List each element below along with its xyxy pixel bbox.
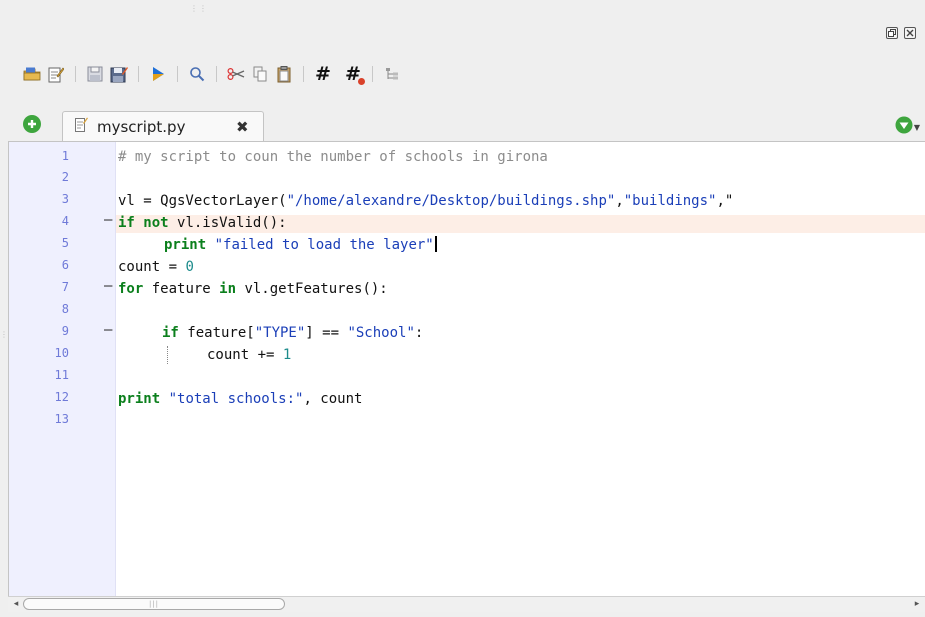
- script-file-icon: [75, 117, 88, 136]
- line-number: 8: [61, 302, 69, 316]
- window-controls: [886, 27, 916, 39]
- open-in-external-editor-icon[interactable]: [44, 62, 68, 86]
- line-number: 4: [61, 214, 69, 228]
- code-line-4: if not vl.isValid():: [118, 214, 287, 232]
- new-tab-icon[interactable]: [23, 115, 41, 133]
- scroll-right-icon[interactable]: ▸: [911, 598, 923, 610]
- chevron-down-icon: ▼: [913, 122, 920, 132]
- toolbar-separator: [216, 66, 217, 82]
- fold-marker[interactable]: –: [104, 212, 112, 228]
- code-text: vl = QgsVectorLayer(: [118, 193, 287, 209]
- line-number: 12: [54, 390, 69, 404]
- code-line-7: for feature in vl.getFeatures():: [118, 280, 388, 298]
- code-line-9: if feature["TYPE"] == "School":: [162, 324, 423, 342]
- keyword: if: [162, 325, 179, 341]
- scrollbar-thumb[interactable]: |||: [23, 598, 285, 610]
- code-text: , count: [303, 391, 363, 407]
- find-text-icon[interactable]: [185, 62, 209, 86]
- code-text: feature[: [178, 325, 255, 341]
- code-line-6: count = 0: [118, 258, 194, 276]
- toolbar-separator: [75, 66, 76, 82]
- string-literal: "/home/alexandre/Desktop/buildings.shp": [286, 193, 616, 209]
- keyword: for: [118, 281, 144, 297]
- line-number: 7: [61, 280, 69, 294]
- code-line-3: vl = QgsVectorLayer("/home/alexandre/Des…: [118, 192, 733, 210]
- save-as-icon[interactable]: [107, 62, 131, 86]
- copy-icon[interactable]: [248, 62, 272, 86]
- code-text: ,": [716, 193, 734, 209]
- line-number: 6: [61, 258, 69, 272]
- code-editor[interactable]: 1 2 3 4 5 6 7 8 9 10 11 12 13 – – – # my…: [8, 141, 925, 596]
- string-literal: "failed to load the layer": [214, 237, 434, 253]
- paste-icon[interactable]: [272, 62, 296, 86]
- line-number: 3: [61, 192, 69, 206]
- comment-text: # my script to coun the number of school…: [118, 149, 548, 165]
- string-literal: "buildings": [623, 193, 717, 209]
- tab-list-menu[interactable]: ▼: [895, 116, 920, 134]
- keyword: in: [219, 281, 237, 297]
- line-number: 11: [54, 368, 69, 382]
- left-splitter-handle[interactable]: ⋮: [0, 330, 8, 346]
- line-number: 5: [61, 236, 69, 250]
- scroll-left-icon[interactable]: ◂: [10, 598, 22, 610]
- keyword: if: [118, 215, 135, 231]
- text-cursor: [434, 236, 437, 252]
- tab-label: myscript.py: [97, 117, 186, 136]
- save-icon[interactable]: [83, 62, 107, 86]
- toolbar-separator: [177, 66, 178, 82]
- keyword: print: [164, 237, 207, 253]
- fold-marker[interactable]: –: [104, 322, 112, 338]
- open-file-icon[interactable]: [20, 62, 44, 86]
- top-grip[interactable]: ⋮⋮: [190, 4, 207, 13]
- cut-icon[interactable]: [224, 62, 248, 86]
- code-text: :: [414, 325, 424, 341]
- comment-icon[interactable]: #: [311, 62, 335, 86]
- number-literal: 0: [185, 259, 194, 275]
- line-number: 9: [61, 324, 69, 338]
- string-literal: "TYPE": [254, 325, 306, 341]
- object-inspector-icon[interactable]: [380, 62, 404, 86]
- code-text: count =: [118, 259, 186, 275]
- editor-tab-bar: myscript.py ✖ ▼: [0, 111, 925, 141]
- editor-toolbar: # #: [20, 62, 404, 86]
- horizontal-scrollbar[interactable]: ◂ ||| ▸: [8, 596, 925, 612]
- code-line-5: print "failed to load the layer": [164, 236, 437, 254]
- fold-marker[interactable]: –: [104, 278, 112, 294]
- code-line-10: count += 1: [207, 346, 291, 364]
- toolbar-separator: [372, 66, 373, 82]
- line-number: 1: [61, 149, 69, 163]
- uncomment-icon[interactable]: #: [341, 62, 365, 86]
- close-tab-icon[interactable]: ✖: [236, 118, 249, 136]
- line-number: 2: [61, 170, 69, 184]
- code-text: feature: [143, 281, 220, 297]
- string-literal: "School": [347, 325, 415, 341]
- code-text: count +=: [207, 347, 283, 363]
- close-panel-icon[interactable]: [904, 27, 916, 39]
- toolbar-separator: [138, 66, 139, 82]
- remove-badge-icon: [357, 78, 365, 85]
- line-number: 13: [54, 412, 69, 426]
- indent-guide: [167, 346, 168, 364]
- comment-glyph: #: [315, 63, 331, 85]
- uncomment-glyph: #: [345, 63, 365, 85]
- code-line-1: # my script to coun the number of school…: [118, 148, 548, 166]
- number-literal: 1: [282, 347, 292, 363]
- string-literal: "total schools:": [168, 391, 304, 407]
- code-text: ,: [615, 193, 624, 209]
- keyword: print: [118, 391, 161, 407]
- run-script-icon[interactable]: [146, 62, 170, 86]
- line-number: 10: [54, 346, 69, 360]
- tab-list-icon: [895, 116, 913, 134]
- keyword: not: [143, 215, 169, 231]
- tab-myscript[interactable]: myscript.py ✖: [62, 111, 264, 141]
- code-text: vl.isValid():: [168, 215, 287, 231]
- code-line-12: print "total schools:", count: [118, 390, 362, 408]
- toolbar-separator: [303, 66, 304, 82]
- float-panel-icon[interactable]: [886, 27, 898, 39]
- code-text: ] ==: [305, 325, 348, 341]
- code-text: vl.getFeatures():: [236, 281, 388, 297]
